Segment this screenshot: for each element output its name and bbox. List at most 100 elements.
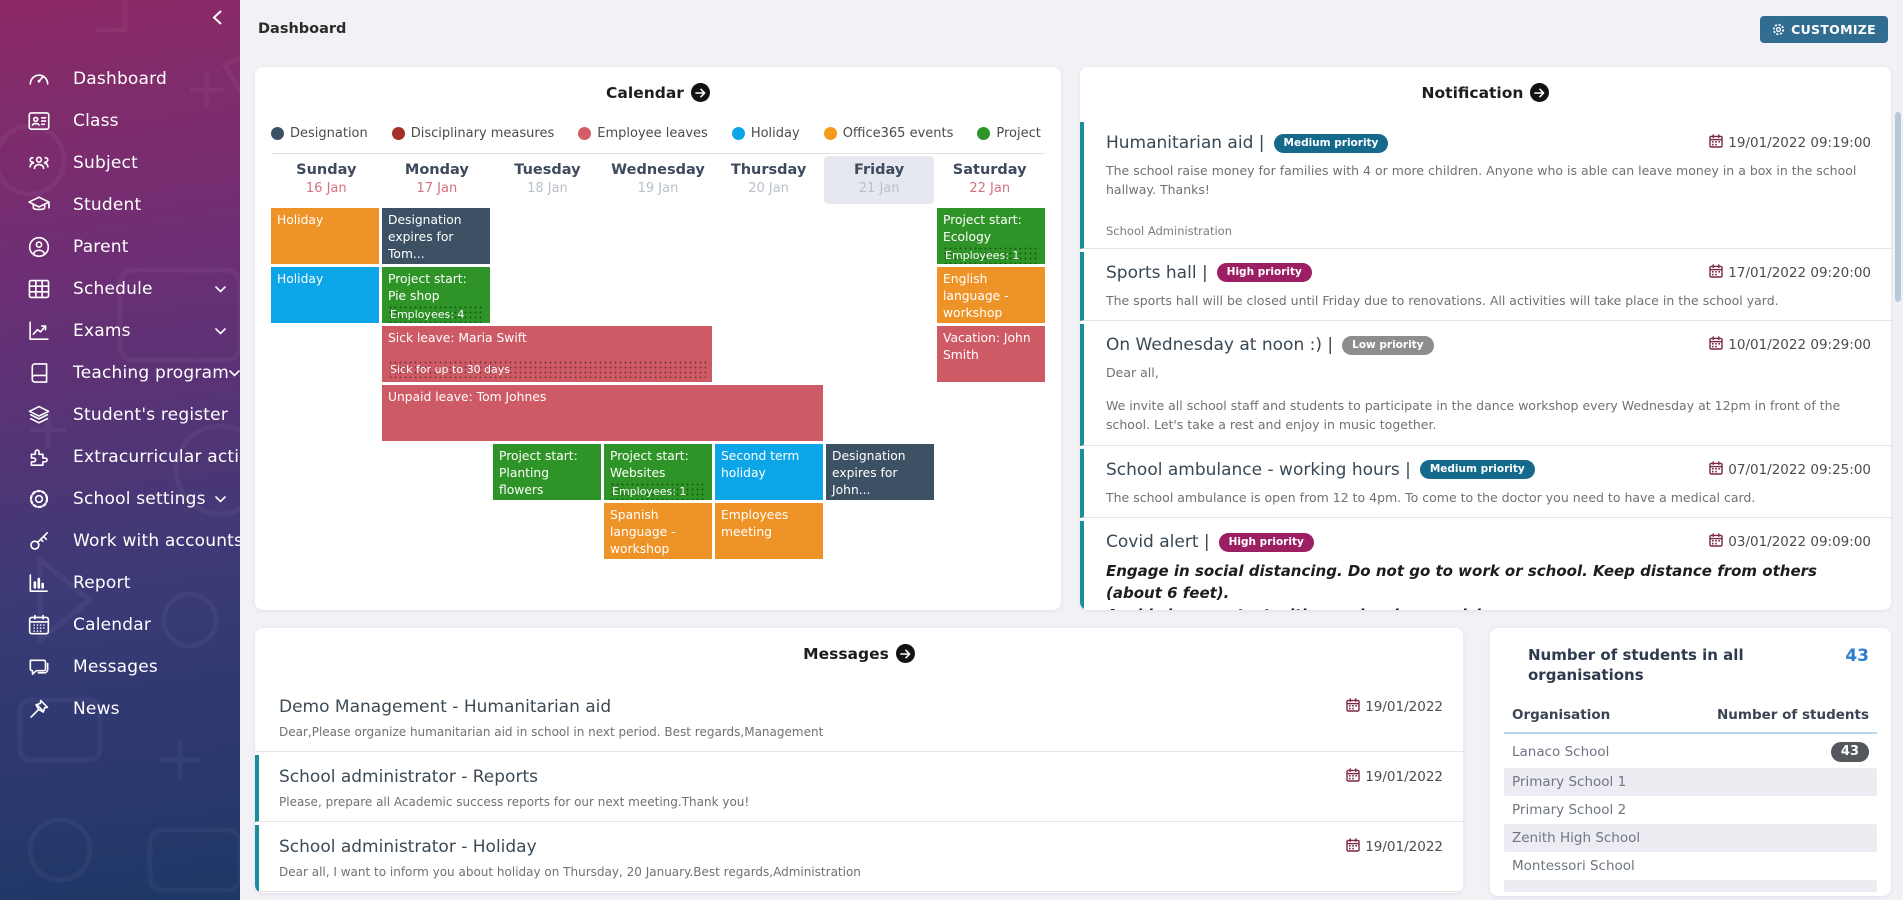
calendar-event[interactable]: Project start: Websites Employees: 1 — [604, 444, 712, 500]
priority-badge: High priority — [1219, 533, 1314, 552]
calendar-event[interactable]: Designation expires for John... — [826, 444, 934, 500]
calendar-date-icon — [1346, 838, 1360, 856]
sidebar-item-exams[interactable]: Exams — [0, 310, 240, 352]
chevron-left-icon — [212, 10, 222, 29]
chevron-down-icon — [215, 496, 226, 503]
messages-icon — [26, 654, 53, 681]
messages-open-arrow-icon[interactable] — [896, 644, 915, 663]
table-row[interactable]: Montessori School — [1504, 852, 1877, 880]
sidebar-item-messages[interactable]: Messages — [0, 646, 240, 688]
sidebar-item-students-register[interactable]: Student's register — [0, 394, 240, 436]
calendar-event[interactable]: Holiday — [271, 208, 379, 264]
messages-widget-title: Messages — [803, 645, 889, 663]
dashboard-icon — [26, 66, 53, 93]
legend-item: Project — [977, 126, 1040, 141]
calendar-date-icon — [1709, 264, 1723, 282]
day-header-cell: Thursday 20 Jan — [713, 156, 824, 204]
sidebar-item-extracurricular[interactable]: Extracurricular activ... — [0, 436, 240, 478]
calendar-event[interactable]: Holiday — [271, 267, 379, 323]
sidebar-item-calendar[interactable]: Calendar — [0, 604, 240, 646]
notification-list: Humanitarian aid | Medium priority 19/01… — [1080, 122, 1891, 610]
report-icon — [26, 570, 53, 597]
table-row[interactable]: Primary School 2 — [1504, 796, 1877, 824]
legend-dot-icon — [578, 127, 591, 140]
chevron-down-icon — [215, 286, 226, 293]
calendar-event[interactable]: English language - workshop — [937, 267, 1045, 323]
calendar-event[interactable]: Second term holiday — [715, 444, 823, 500]
notification-item[interactable]: Sports hall | High priority 17/01/2022 0… — [1080, 252, 1891, 322]
day-header-cell: Saturday 22 Jan — [934, 156, 1045, 204]
legend-dot-icon — [732, 127, 745, 140]
calendar-widget-title: Calendar — [606, 84, 684, 102]
legend-dot-icon — [824, 127, 837, 140]
message-item[interactable]: Demo Management - Humanitarian aid 19/01… — [255, 685, 1463, 752]
sidebar-item-schedule[interactable]: Schedule — [0, 268, 240, 310]
message-item[interactable]: School administrator - Holiday 19/01/202… — [255, 825, 1463, 892]
sidebar-item-student[interactable]: Student — [0, 184, 240, 226]
legend-dot-icon — [271, 127, 284, 140]
calendar-event[interactable]: Vacation: John Smith — [937, 326, 1045, 382]
priority-badge: Medium priority — [1420, 460, 1535, 479]
student-icon — [26, 192, 53, 219]
sidebar-item-news[interactable]: News — [0, 688, 240, 730]
sidebar-item-work-with-accounts[interactable]: Work with accounts — [0, 520, 240, 562]
students-table-body: Lanaco School 43 Primary School 1 Primar… — [1504, 736, 1877, 892]
gear-icon — [1772, 23, 1785, 36]
priority-badge: Medium priority — [1274, 134, 1389, 153]
exams-icon — [26, 318, 53, 345]
calendar-date-icon — [1709, 336, 1723, 354]
customize-button[interactable]: CUSTOMIZE — [1760, 16, 1888, 43]
notification-item[interactable]: School ambulance - working hours | Mediu… — [1080, 449, 1891, 519]
column-header-organisation: Organisation — [1512, 707, 1610, 723]
sidebar-item-teaching-program[interactable]: Teaching program — [0, 352, 240, 394]
sidebar-collapse-button[interactable] — [206, 8, 228, 30]
calendar-event[interactable]: Project start: Planting flowers Employee… — [493, 444, 601, 500]
calendar-open-arrow-icon[interactable] — [691, 83, 710, 102]
calendar-event[interactable]: Designation expires for Tom... — [382, 208, 490, 264]
messages-widget: Messages Demo Management - Humanitarian … — [255, 628, 1463, 893]
calendar-event[interactable]: Project start: Ecology Employees: 1 — [937, 208, 1045, 264]
notification-item[interactable]: Covid alert | High priority 03/01/2022 0… — [1080, 521, 1891, 610]
sidebar: DashboardClassSubjectStudentParentSchedu… — [0, 0, 240, 900]
work-with-accounts-icon — [26, 528, 53, 555]
notification-open-arrow-icon[interactable] — [1530, 83, 1549, 102]
page-title: Dashboard — [258, 21, 346, 37]
calendar-date-icon — [1709, 134, 1723, 152]
legend-dot-icon — [392, 127, 405, 140]
messages-list: Demo Management - Humanitarian aid 19/01… — [255, 685, 1463, 892]
class-icon — [26, 108, 53, 135]
sidebar-item-class[interactable]: Class — [0, 100, 240, 142]
news-icon — [26, 696, 53, 723]
calendar-date-icon — [1709, 533, 1723, 551]
scrollbar-thumb[interactable] — [1895, 112, 1901, 302]
notification-item[interactable]: On Wednesday at noon :) | Low priority 1… — [1080, 324, 1891, 445]
calendar-event[interactable]: Sick leave: Maria Swift Sick for up to 3… — [382, 326, 712, 382]
students-register-icon — [26, 402, 53, 429]
calendar-event[interactable]: Employees meeting — [715, 503, 823, 559]
chevron-down-icon — [229, 370, 240, 377]
sidebar-item-report[interactable]: Report — [0, 562, 240, 604]
sidebar-menu: DashboardClassSubjectStudentParentSchedu… — [0, 58, 240, 730]
calendar-event[interactable]: Spanish language - workshop — [604, 503, 712, 559]
calendar-event[interactable]: Unpaid leave: Tom Johnes — [382, 385, 823, 441]
message-item[interactable]: School administrator - Reports 19/01/202… — [255, 755, 1463, 822]
calendar-date-icon — [1346, 768, 1360, 786]
calendar-event[interactable]: Project start: Pie shop Employees: 4 — [382, 267, 490, 323]
table-row[interactable]: Primary School 1 — [1504, 768, 1877, 796]
sidebar-item-subject[interactable]: Subject — [0, 142, 240, 184]
day-header-cell: Friday 21 Jan — [824, 156, 935, 204]
table-row[interactable]: Zenith High School — [1504, 824, 1877, 852]
table-row[interactable]: Lanaco School 43 — [1504, 736, 1877, 768]
chevron-down-icon — [215, 328, 226, 335]
legend-dot-icon — [977, 127, 990, 140]
school-settings-icon — [26, 486, 53, 513]
sidebar-item-parent[interactable]: Parent — [0, 226, 240, 268]
calendar-legend: Designation Disciplinary measures Employ… — [271, 126, 1045, 154]
teaching-program-icon — [26, 360, 53, 387]
notification-item[interactable]: Humanitarian aid | Medium priority 19/01… — [1080, 122, 1891, 249]
day-header-cell: Sunday 16 Jan — [271, 156, 382, 204]
calendar-date-icon — [1709, 461, 1723, 479]
legend-item: Designation — [271, 126, 368, 141]
sidebar-item-school-settings[interactable]: School settings — [0, 478, 240, 520]
sidebar-item-dashboard[interactable]: Dashboard — [0, 58, 240, 100]
